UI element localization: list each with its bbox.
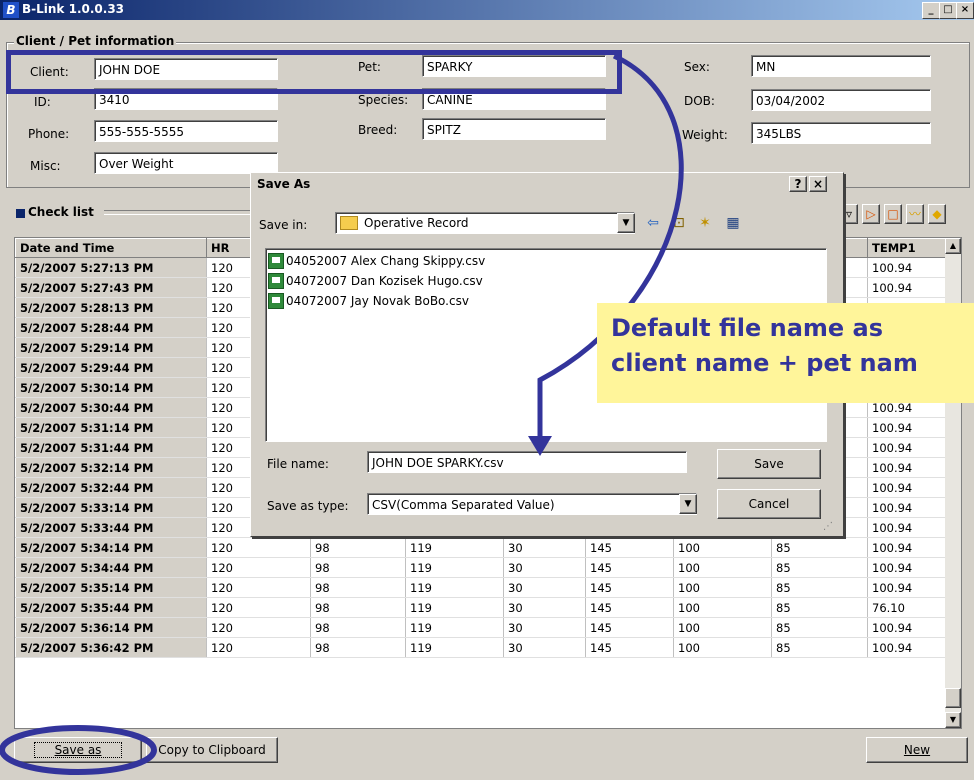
annotation-callout-text: Default file name as client name + pet n…: [611, 314, 918, 377]
